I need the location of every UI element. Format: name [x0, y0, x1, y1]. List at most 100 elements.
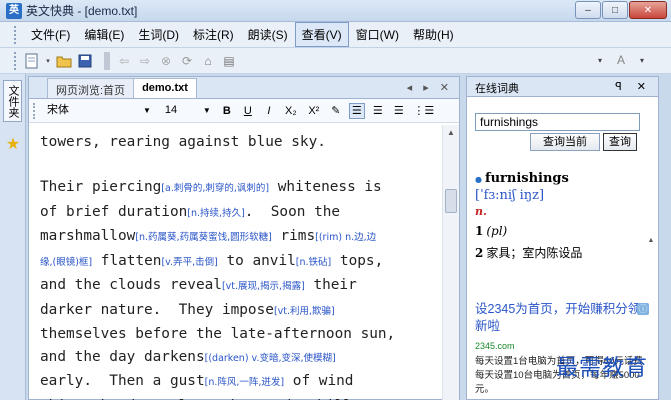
text-segment: rims: [271, 228, 316, 244]
ad-headline[interactable]: 设2345为首页，开始赚积分领新啦: [475, 301, 645, 335]
window-controls: – □ ✕: [574, 1, 667, 19]
text-line: Their piercing[a.刺骨的,刺穿的,讽刺的] whiteness …: [40, 176, 443, 201]
text-segment: of wind: [284, 373, 354, 389]
italic-label: I: [267, 104, 271, 117]
favorites-star-icon[interactable]: ★: [4, 136, 22, 154]
home-icon[interactable]: ⌂: [200, 53, 216, 69]
text-segment: whiteness is: [269, 179, 382, 195]
superscript-button[interactable]: X²: [305, 103, 323, 119]
text-line: early. Then a gust[n.阵风,一阵,迸发] of wind: [40, 370, 443, 395]
toolbar-grip[interactable]: [14, 51, 18, 70]
scrollbar-thumb[interactable]: [445, 189, 457, 213]
text-segment: and the clouds reveal: [40, 277, 222, 293]
text-line: marshmallow[n.药属葵,药属葵蜜饯,圆形软糖] rims[(rim)…: [40, 225, 443, 250]
document-tab[interactable]: demo.txt: [133, 78, 197, 98]
gloss-annotation[interactable]: [(darken) v.变暗,变深,使模糊]: [205, 353, 336, 364]
menu-item[interactable]: 生词(D): [131, 22, 186, 47]
document-tab[interactable]: 网页浏览:首页: [47, 78, 135, 98]
menu-item[interactable]: 查看(V): [294, 22, 349, 47]
gloss-annotation[interactable]: [n.持续,持久]: [187, 208, 244, 219]
definition-area: ● furnishings [ˈfɜ:niʃ iŋz] n. 1 (pl) 2 家具；室…: [475, 171, 640, 261]
menu-item[interactable]: 窗口(W): [349, 22, 406, 47]
sense-item: 2 家具；室内陈设品: [475, 244, 640, 261]
panel-controls[interactable]: ꟼ ✕: [615, 80, 652, 93]
text-segment: flatten: [92, 252, 162, 269]
text-segment: their: [304, 277, 357, 293]
text-line: of brief duration[n.持续,持久]. Soon the: [40, 201, 443, 226]
toolbar-right: ▾ A ▾: [592, 52, 655, 68]
dropdown-arrow-icon[interactable]: ▾: [45, 53, 51, 69]
sense-text: (pl): [486, 224, 508, 238]
save-icon[interactable]: [77, 53, 93, 69]
gloss-annotation[interactable]: [(rim) n.边,边: [315, 232, 376, 243]
new-file-icon[interactable]: [24, 53, 40, 69]
gloss-annotation[interactable]: [n.阵风,一阵,迸发]: [205, 377, 285, 388]
align-left-icon[interactable]: ☰: [348, 102, 365, 119]
open-folder-icon[interactable]: [56, 53, 72, 69]
query-button[interactable]: 查询: [603, 133, 637, 151]
align-center-icon[interactable]: ☰: [370, 103, 386, 119]
scroll-up-icon[interactable]: ▲: [644, 237, 658, 244]
text-line: towers, rearing against blue sky.: [40, 131, 443, 154]
gloss-annotation[interactable]: [vt.利用,欺骗]: [274, 306, 335, 317]
text-line: [40, 154, 443, 177]
tab-controls[interactable]: ◂ ▸ ✕: [407, 81, 453, 94]
sense-text: 家具；室内陈设品: [486, 246, 583, 260]
chevron-down-icon[interactable]: ▼: [203, 106, 211, 115]
text-segment: early. Then a gust: [40, 373, 205, 389]
bullet-list-icon[interactable]: ⋮☰: [413, 103, 434, 119]
dictionary-search-input[interactable]: furnishings: [475, 113, 640, 131]
font-name-select[interactable]: 宋体: [43, 102, 141, 119]
font-size-select[interactable]: 14: [159, 102, 201, 119]
dropdown-arrow-icon[interactable]: ▾: [592, 52, 608, 68]
gloss-annotation[interactable]: [vt.展现,揭示,揭露]: [222, 281, 305, 292]
highlighter-icon[interactable]: ✎: [328, 103, 344, 119]
advertisement[interactable]: 设2345为首页，开始赚积分领新啦 ⓘ 2345.com 每天设置1台电脑为首页…: [475, 301, 649, 397]
bold-button[interactable]: B: [219, 103, 235, 119]
print-icon[interactable]: ▤: [221, 53, 237, 69]
text-segment: . Soon the: [244, 203, 341, 220]
subscript-button[interactable]: X₂: [282, 103, 300, 119]
dropdown-arrow-icon[interactable]: ▾: [634, 52, 650, 68]
gloss-annotation[interactable]: [n.铁砧]: [296, 257, 331, 268]
close-button[interactable]: ✕: [629, 1, 667, 19]
info-icon[interactable]: ⓘ: [637, 303, 649, 315]
back-arrow-icon[interactable]: ⇦: [116, 53, 132, 69]
menu-item[interactable]: 朗读(S): [241, 22, 295, 47]
maximize-button[interactable]: □: [602, 1, 628, 19]
refresh-icon[interactable]: ⟳: [179, 53, 195, 69]
watermark: 最需教育: [556, 356, 649, 381]
format-toolbar: 宋体 ▼ 14 ▼ B U I X₂ X² ✎ ☰ ☰ ☰ ⋮☰: [29, 99, 459, 123]
menu-item[interactable]: 帮助(H): [406, 22, 461, 47]
chevron-down-icon[interactable]: ▼: [143, 106, 151, 115]
align-right-icon[interactable]: ☰: [391, 103, 407, 119]
font-size-icon[interactable]: A: [613, 52, 629, 68]
app-icon: 英: [6, 2, 22, 19]
gloss-annotation[interactable]: [n.药属葵,药属葵蜜饯,圆形软糖]: [135, 232, 272, 243]
gloss-annotation[interactable]: [v.弄平,击倒]: [161, 257, 217, 268]
forward-arrow-icon[interactable]: ⇨: [137, 53, 153, 69]
menu-item[interactable]: 文件(F): [24, 22, 77, 47]
gloss-annotation[interactable]: 缘,(眼镜)框]: [40, 257, 92, 268]
document-panel: 网页浏览:首页 demo.txt ◂ ▸ ✕ 宋体 ▼ 14 ▼ B U I X₂ …: [28, 76, 460, 400]
text-line: whips the dust along the road, chill[vt.…: [40, 395, 443, 400]
toolbar-grip[interactable]: [14, 25, 18, 44]
minimize-button[interactable]: –: [575, 1, 601, 19]
toolbar-grip[interactable]: [33, 102, 37, 119]
gloss-annotation[interactable]: [a.刺骨的,刺穿的,讽刺的]: [161, 183, 269, 194]
headword: ● furnishings: [475, 171, 640, 186]
dictionary-panel-header: 在线词典 ꟼ ✕: [467, 77, 658, 97]
document-scrollbar[interactable]: ▲: [442, 125, 459, 400]
sense-number: 1: [475, 224, 484, 238]
query-current-button[interactable]: 查询当前: [530, 133, 600, 151]
italic-button[interactable]: I: [261, 103, 277, 119]
menu-item[interactable]: 编辑(E): [77, 22, 131, 47]
folder-tab[interactable]: 文件夹: [3, 80, 22, 122]
underline-button[interactable]: U: [240, 103, 256, 119]
menu-item[interactable]: 标注(R): [186, 22, 241, 47]
left-side-strip: 文件夹 ★: [0, 74, 26, 400]
menu-bar: 文件(F) 编辑(E) 生词(D) 标注(R) 朗读(S) 查看(V) 窗口(W) 帮助(H): [0, 22, 671, 48]
document-text-area[interactable]: towers, rearing against blue sky. Their p…: [29, 125, 443, 400]
stop-icon[interactable]: ⊗: [158, 53, 174, 69]
scroll-up-icon[interactable]: ▲: [443, 125, 459, 141]
